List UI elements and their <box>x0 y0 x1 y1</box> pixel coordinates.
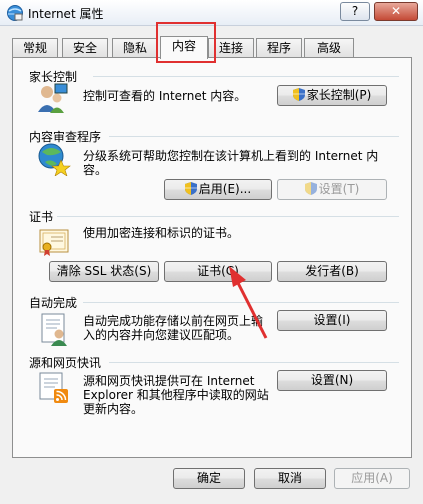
apply-button[interactable]: 应用(A) <box>334 468 410 489</box>
parental-controls-text: 控制可查看的 Internet 内容。 <box>83 89 247 103</box>
help-button[interactable]: ? <box>340 2 370 21</box>
advisor-settings-button[interactable]: 设置(T) <box>277 179 387 200</box>
tab-general[interactable]: 常规 <box>12 38 58 58</box>
autocomplete-settings-button[interactable]: 设置(I) <box>277 310 387 331</box>
tab-programs[interactable]: 程序 <box>256 38 302 58</box>
internet-options-icon <box>7 5 23 21</box>
tab-content[interactable]: 内容 <box>160 36 208 59</box>
autocomplete-icon <box>41 313 67 346</box>
parental-controls-button[interactable]: 家长控制(P) <box>277 85 387 106</box>
cancel-button[interactable]: 取消 <box>254 468 326 489</box>
autocomplete-text-line2: 入的内容并向您建议匹配项。 <box>83 328 240 342</box>
certificate-icon <box>39 229 69 256</box>
ok-button[interactable]: 确定 <box>173 468 245 489</box>
uac-shield-icon <box>292 88 305 101</box>
close-button[interactable]: ✕ <box>374 2 418 21</box>
autocomplete-text-line1: 自动完成功能存储以前在网页上输 <box>83 314 264 328</box>
uac-shield-icon <box>304 182 317 195</box>
title-bar: Internet 属性 ? ✕ <box>0 0 423 26</box>
content-advisor-icon <box>38 143 71 176</box>
divider <box>109 136 399 137</box>
feeds-text-line1: 源和网页快讯提供可在 Internet <box>83 374 255 388</box>
certificates-title: 证书 <box>29 210 54 224</box>
feeds-settings-button[interactable]: 设置(N) <box>277 370 387 391</box>
content-panel: 家长控制 控制可查看的 Internet 内容。 家长控制(P) 内容审查程序 … <box>12 57 412 458</box>
advisor-settings-button-label: 设置(T) <box>318 182 360 196</box>
feeds-icon <box>39 372 68 403</box>
content-advisor-text-line1: 分级系统可帮助您控制在该计算机上看到的 Internet 内 <box>83 149 379 163</box>
parental-controls-button-label: 家长控制(P) <box>306 88 372 102</box>
autocomplete-title: 自动完成 <box>29 296 78 310</box>
parental-controls-icon <box>38 83 68 113</box>
clear-ssl-state-button[interactable]: 清除 SSL 状态(S) <box>49 261 159 282</box>
content-advisor-text-line2: 容。 <box>83 163 108 177</box>
divider <box>57 216 399 217</box>
feeds-text-line3: 更新内容。 <box>83 402 144 416</box>
divider <box>83 302 399 303</box>
feeds-text-line2: Explorer 和其他程序中读取的网站 <box>83 388 269 402</box>
tab-connections[interactable]: 连接 <box>208 38 254 58</box>
certificates-button[interactable]: 证书(C) <box>164 261 272 282</box>
divider <box>93 76 399 77</box>
publishers-button[interactable]: 发行者(B) <box>277 261 387 282</box>
tab-advanced[interactable]: 高级 <box>304 38 354 58</box>
enable-advisor-button[interactable]: 启用(E)... <box>164 179 272 200</box>
feeds-title: 源和网页快讯 <box>29 356 102 370</box>
divider <box>109 362 399 363</box>
window-title: Internet 属性 <box>28 7 104 21</box>
tab-bar: 常规 安全 隐私 内容 连接 程序 高级 <box>12 36 412 59</box>
tab-security[interactable]: 安全 <box>62 38 108 58</box>
enable-advisor-button-label: 启用(E)... <box>198 182 252 196</box>
certificates-text: 使用加密连接和标识的证书。 <box>83 226 240 240</box>
tab-privacy[interactable]: 隐私 <box>112 38 158 58</box>
uac-shield-icon <box>184 182 197 195</box>
